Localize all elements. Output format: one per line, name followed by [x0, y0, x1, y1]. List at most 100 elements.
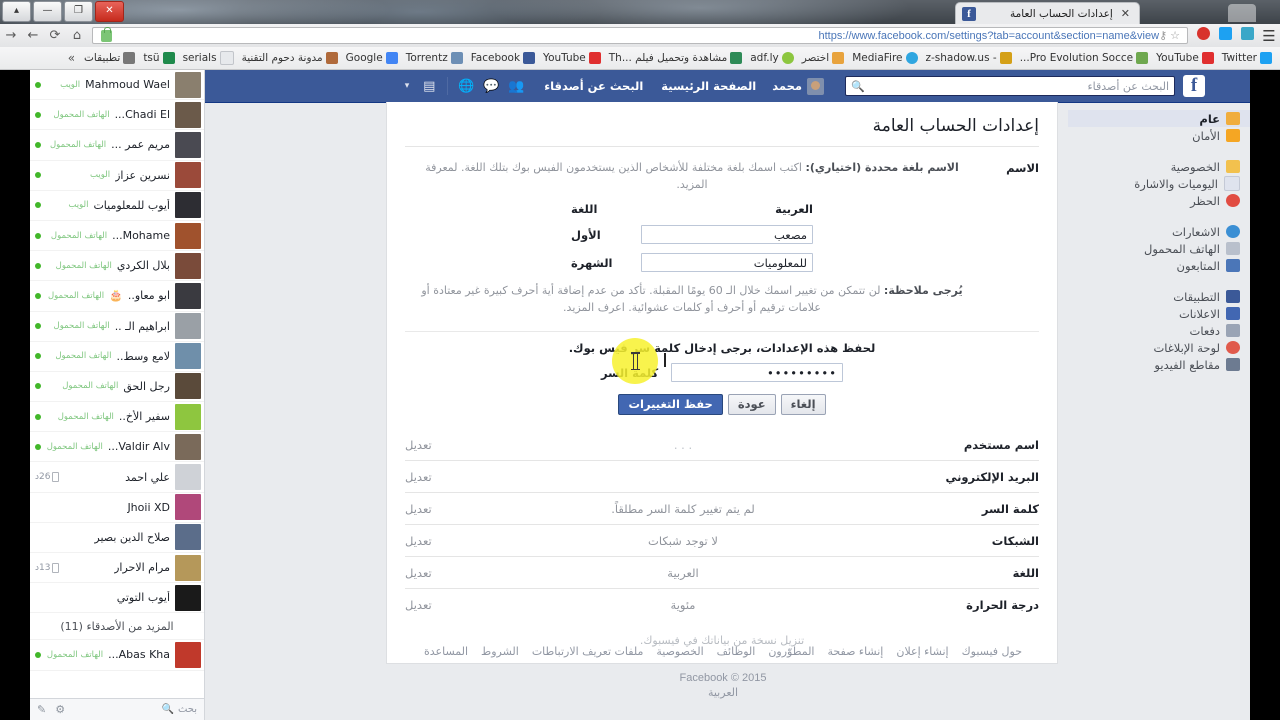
facebook-logo[interactable]: f: [1183, 75, 1205, 97]
sidebar-item-blocking[interactable]: الحظر: [1068, 192, 1250, 209]
more-friends-link[interactable]: المزيد من الأصدقاء (11): [30, 613, 204, 641]
gear-icon[interactable]: ⚙: [55, 703, 65, 716]
list-item[interactable]: سفير الأخ.. الهاتف المحمول: [30, 402, 204, 433]
menu-icon[interactable]: ☰: [1258, 27, 1280, 45]
bookmark-item[interactable]: YouTube: [539, 49, 605, 67]
sidebar-item-security[interactable]: الأمان: [1068, 127, 1250, 144]
footer-link[interactable]: حول فيسبوك: [962, 645, 1022, 658]
sidebar-item-mobile[interactable]: الهاتف المحمول: [1068, 240, 1250, 257]
sidebar-item-apps[interactable]: التطبيقات: [1068, 288, 1250, 305]
messages-icon[interactable]: 💬: [479, 75, 503, 97]
row-edit-link[interactable]: تعديل: [405, 566, 449, 580]
back-button[interactable]: عودة: [727, 394, 776, 416]
bookmark-item[interactable]: تطبيقات: [80, 49, 139, 67]
footer-link[interactable]: المطوّرون: [768, 645, 814, 658]
reload-icon[interactable]: ⟳: [44, 28, 66, 43]
list-item[interactable]: ابراهيم الـ .. الهاتف المحمول: [30, 312, 204, 342]
bookmarks-overflow-button[interactable]: »: [63, 51, 80, 65]
sidebar-item-payments[interactable]: دفعات: [1068, 322, 1250, 339]
footer-link[interactable]: إنشاء صفحة: [828, 645, 884, 658]
bookmark-item[interactable]: YouTube: [1152, 49, 1218, 67]
last-name-input[interactable]: [641, 253, 813, 273]
footer-language[interactable]: العربية: [388, 686, 1058, 699]
privacy-shortcuts-icon[interactable]: ▤: [417, 75, 441, 97]
window-close-button[interactable]: ✕: [95, 1, 124, 22]
bookmark-item[interactable]: مشاهدة وتحميل فيلم ...Th: [605, 49, 746, 67]
twitter-icon[interactable]: [1214, 27, 1236, 44]
sidebar-item-videos[interactable]: مقاطع الفيديو: [1068, 356, 1250, 373]
sidebar-item-general[interactable]: عام: [1068, 110, 1250, 127]
bookmark-item[interactable]: Facebook: [467, 49, 539, 67]
notifications-globe-icon[interactable]: 🌐: [454, 75, 478, 97]
profile-link[interactable]: محمد: [766, 74, 830, 98]
back-icon[interactable]: ←: [22, 28, 44, 43]
row-edit-link[interactable]: تعديل: [405, 598, 449, 612]
list-item[interactable]: Chadi El... الهاتف المحمول: [30, 100, 204, 131]
compose-icon[interactable]: ✎: [37, 703, 46, 716]
home-link[interactable]: الصفحة الرئيسية: [653, 79, 764, 93]
tab-close-icon[interactable]: ✕: [1118, 7, 1133, 20]
footer-link[interactable]: المساعدة: [424, 645, 468, 658]
list-item[interactable]: ابو معاو.. 🎂 الهاتف المحمول: [30, 281, 204, 312]
bookmark-item[interactable]: مدونة دحوم التقنية: [238, 49, 342, 67]
row-edit-link[interactable]: تعديل: [405, 438, 449, 452]
row-edit-link[interactable]: تعديل: [405, 534, 449, 548]
list-item[interactable]: علي احمد 26د: [30, 462, 204, 493]
list-item[interactable]: أيوب للمعلوميات الويب: [30, 191, 204, 221]
bookmark-item[interactable]: serials: [179, 49, 238, 67]
bookmark-item[interactable]: MediaFire: [848, 49, 921, 67]
list-item[interactable]: مرام الاحرار 13د: [30, 553, 204, 584]
bookmark-star-icon[interactable]: ☆: [1170, 29, 1180, 42]
list-item[interactable]: Valdir Alv... الهاتف المحمول: [30, 432, 204, 463]
footer-link[interactable]: ملفات تعريف الارتباطات: [532, 645, 644, 658]
bookmark-item[interactable]: tsü: [139, 49, 178, 67]
list-item[interactable]: أيوب التوتي: [30, 583, 204, 614]
bookmark-item[interactable]: اختصر: [798, 49, 848, 67]
first-name-input[interactable]: [641, 225, 813, 245]
list-item[interactable]: رجل الحق الهاتف المحمول: [30, 372, 204, 403]
forward-icon[interactable]: →: [0, 28, 22, 43]
cancel-button[interactable]: إلغاء: [780, 394, 826, 416]
row-edit-link[interactable]: تعديل: [405, 502, 449, 516]
home-icon[interactable]: ⌂: [66, 28, 88, 43]
list-item[interactable]: نسرين عزاز الويب: [30, 161, 204, 191]
footer-link[interactable]: الخصوصية: [656, 645, 703, 658]
sidebar-item-notifications[interactable]: الاشعارات: [1068, 223, 1250, 240]
list-item[interactable]: بلال الكردي الهاتف المحمول: [30, 251, 204, 282]
sidebar-item-ads[interactable]: الاعلانات: [1068, 305, 1250, 322]
footer-link[interactable]: الشروط: [481, 645, 519, 658]
list-item[interactable]: مريم عمر ... الهاتف المحمول: [30, 130, 204, 161]
list-item[interactable]: Jhoii XD: [30, 493, 204, 523]
sidebar-item-support-inbox[interactable]: لوحة الإبلاغات: [1068, 339, 1250, 356]
chat-search[interactable]: بحث 🔍: [161, 704, 197, 715]
window-restore-button[interactable]: ▴: [2, 1, 31, 22]
bookmark-item[interactable]: Torrentz: [402, 49, 467, 67]
window-minimize-button[interactable]: —: [33, 1, 62, 22]
facebook-search-input[interactable]: البحث عن أصدقاء 🔍: [845, 76, 1175, 96]
chevron-down-icon[interactable]: ▾: [399, 81, 416, 91]
bookmark-item[interactable]: Pro Evolution Socce...: [1016, 49, 1152, 67]
footer-link[interactable]: إنشاء إعلان: [896, 645, 948, 658]
list-item[interactable]: Mohame... الهاتف المحمول: [30, 221, 204, 252]
row-edit-link[interactable]: تعديل: [405, 470, 449, 484]
sidebar-item-timeline-tagging[interactable]: اليوميات والاشارة: [1068, 175, 1250, 192]
bookmark-item[interactable]: - z-shadow.us: [922, 49, 1016, 67]
address-bar[interactable]: https://www.facebook.com/settings?tab=ac…: [92, 26, 1188, 44]
bookmark-item[interactable]: Google: [342, 49, 402, 67]
friend-requests-icon[interactable]: 👥: [504, 75, 528, 97]
browser-tab[interactable]: ✕ إعدادات الحساب العامة f: [955, 2, 1140, 24]
bookmark-item[interactable]: Twitter: [1218, 49, 1276, 67]
extension-icon[interactable]: [1236, 27, 1258, 44]
save-changes-button[interactable]: حفظ التغييرات: [618, 394, 723, 416]
window-maximize-button[interactable]: ❐: [64, 1, 93, 22]
sidebar-item-followers[interactable]: المتابعون: [1068, 257, 1250, 274]
list-item[interactable]: لامع وسط.. الهاتف المحمول: [30, 342, 204, 372]
password-input[interactable]: [671, 363, 843, 383]
bookmark-item[interactable]: adf.ly: [746, 49, 798, 67]
list-item[interactable]: Abas Kha... الهاتف المحمول: [30, 640, 204, 671]
find-friends-link[interactable]: البحث عن أصدقاء: [536, 79, 651, 93]
list-item[interactable]: Mahmoud Wael الويب: [30, 70, 204, 101]
key-icon[interactable]: ⚷: [1159, 29, 1167, 42]
new-tab-button[interactable]: [1228, 4, 1256, 22]
list-item[interactable]: صلاح الدين بصير: [30, 523, 204, 553]
